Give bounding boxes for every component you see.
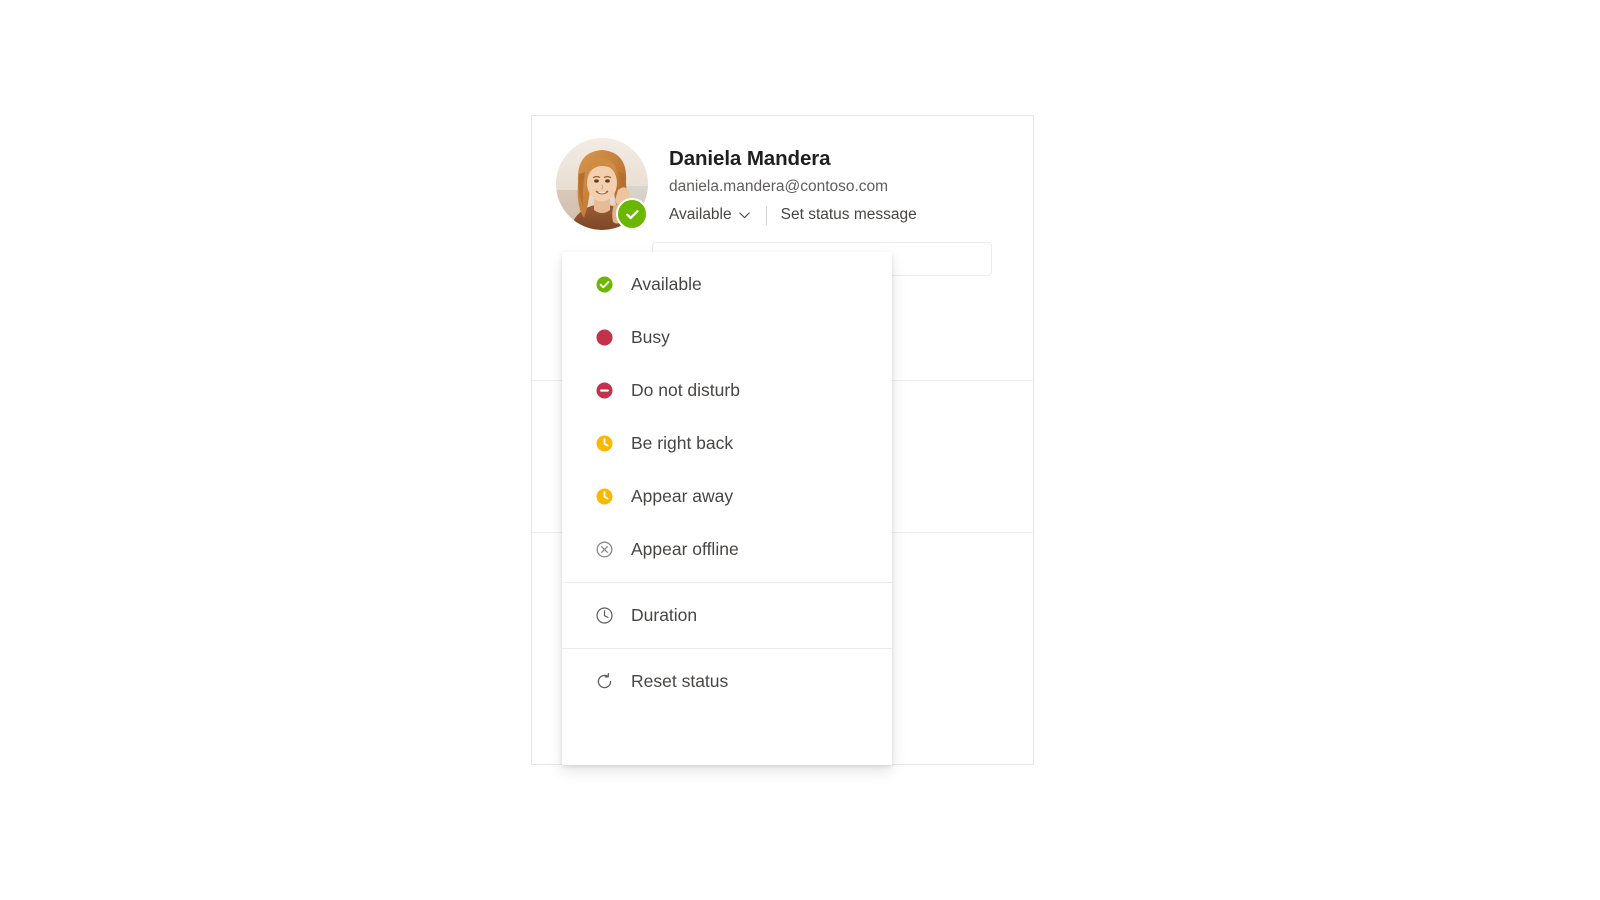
presence-away-icon [595,487,614,506]
status-separator [765,205,767,225]
current-status-label: Available [669,206,732,223]
screenshot-root: Daniela Mandera daniela.mandera@contoso.… [0,0,1600,900]
clock-icon [595,606,614,625]
profile-status-line: Available Set status message [669,204,979,226]
presence-offline-icon [595,540,614,559]
menu-item-appear-offline[interactable]: Appear offline [562,523,892,576]
reset-refresh-icon [595,672,614,691]
menu-item-label: Appear offline [631,538,739,559]
menu-item-do-not-disturb[interactable]: Do not disturb [562,364,892,417]
chevron-down-icon [738,211,750,218]
menu-item-reset-status[interactable]: Reset status [562,655,892,708]
menu-item-label: Busy [631,326,670,347]
menu-item-available[interactable]: Available [562,258,892,311]
presence-available-icon [595,275,614,294]
menu-item-label: Available [631,273,702,294]
menu-item-label: Do not disturb [631,379,740,400]
avatar[interactable] [556,138,648,230]
available-check-icon [616,198,648,230]
menu-item-label: Appear away [631,485,734,506]
profile-email: daniela.mandera@contoso.com [669,178,889,195]
profile-details: Daniela Mandera daniela.mandera@contoso.… [669,146,979,226]
menu-item-label: Be right back [631,432,734,453]
menu-item-label: Duration [631,604,698,625]
status-dropdown-trigger[interactable]: Available [669,206,750,224]
profile-header: Daniela Mandera daniela.mandera@contoso.… [556,138,976,238]
status-dropdown-menu: Available Busy Do not disturb Be right b… [562,252,892,765]
profile-name: Daniela Mandera [669,147,831,170]
presence-busy-icon [595,328,614,347]
menu-item-label: Reset status [631,670,729,691]
presence-dnd-icon [595,381,614,400]
menu-item-busy[interactable]: Busy [562,311,892,364]
set-status-message-button[interactable]: Set status message [781,206,917,224]
menu-item-be-right-back[interactable]: Be right back [562,417,892,470]
presence-brb-icon [595,434,614,453]
menu-item-duration[interactable]: Duration [562,589,892,642]
menu-item-appear-away[interactable]: Appear away [562,470,892,523]
presence-options-group: Available Busy Do not disturb Be right b… [562,252,892,582]
duration-group: Duration [562,583,892,648]
reset-group: Reset status [562,649,892,714]
